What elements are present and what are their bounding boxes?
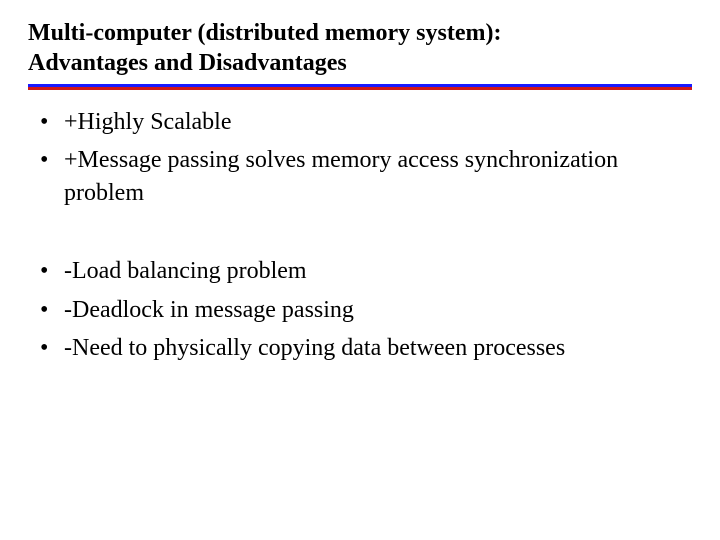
list-item: -Deadlock in message passing xyxy=(36,294,684,326)
slide: Multi-computer (distributed memory syste… xyxy=(0,0,720,364)
bullet-text: -Load balancing problem xyxy=(64,258,307,284)
list-item: +Message passing solves memory access sy… xyxy=(36,144,684,209)
list-item: -Need to physically copying data between… xyxy=(36,332,684,364)
slide-title: Multi-computer (distributed memory syste… xyxy=(28,18,692,78)
bullet-text: -Need to physically copying data between… xyxy=(64,335,565,361)
advantages-list: +Highly Scalable +Message passing solves… xyxy=(36,106,684,209)
bullet-text: -Deadlock in message passing xyxy=(64,297,354,323)
list-item: +Highly Scalable xyxy=(36,106,684,138)
bullet-text: +Highly Scalable xyxy=(64,109,232,135)
title-line-2: Advantages and Disadvantages xyxy=(28,50,347,76)
bullet-text: +Message passing solves memory access sy… xyxy=(64,147,618,205)
disadvantages-list: -Load balancing problem -Deadlock in mes… xyxy=(36,255,684,364)
slide-body: +Highly Scalable +Message passing solves… xyxy=(28,90,692,364)
list-item: -Load balancing problem xyxy=(36,255,684,287)
title-line-1: Multi-computer (distributed memory syste… xyxy=(28,20,501,46)
